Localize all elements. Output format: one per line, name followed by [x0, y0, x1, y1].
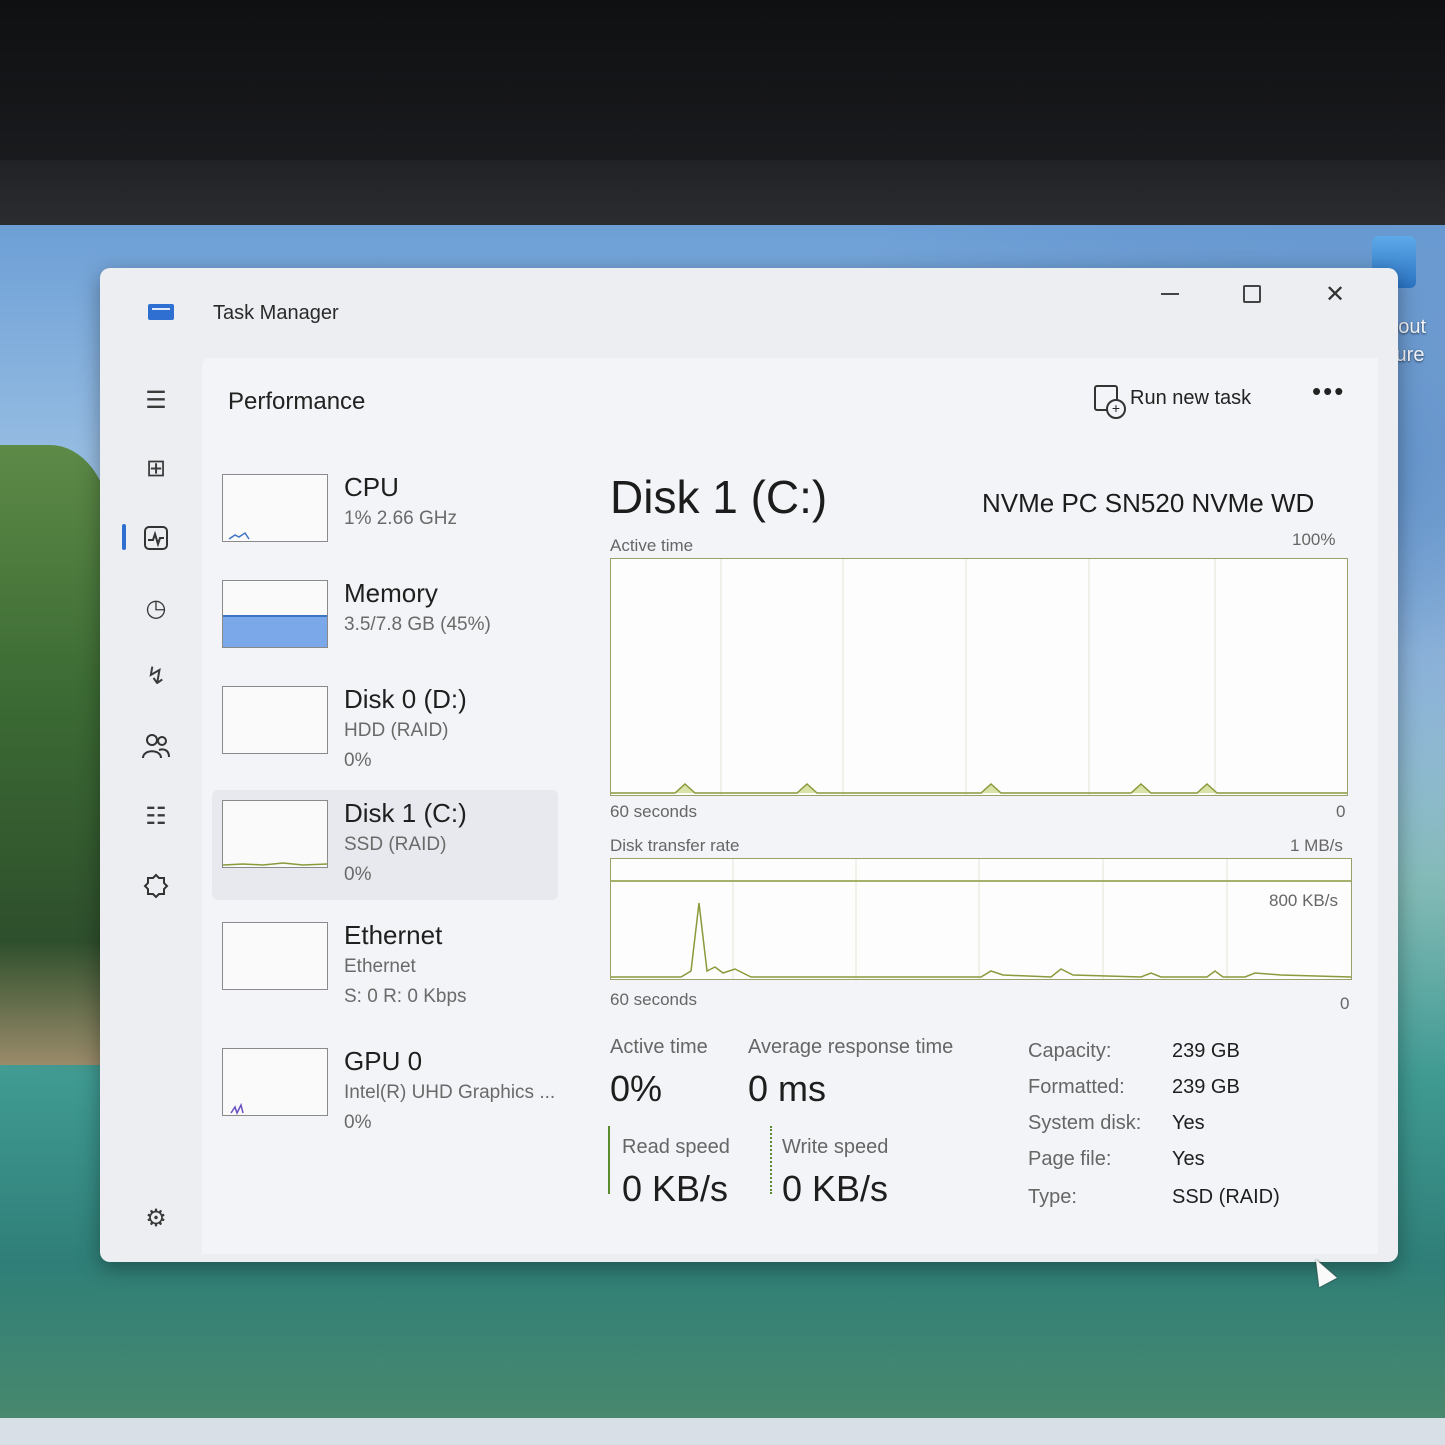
resource-item-gpu0[interactable]: GPU 0 Intel(R) UHD Graphics ... 0%: [212, 1038, 558, 1148]
avg-response-stat-value: 0 ms: [748, 1068, 827, 1109]
taskbar[interactable]: [0, 1418, 1445, 1445]
write-speed-value: 0 KB/s: [782, 1168, 889, 1209]
transfer-rate-graph-mid: 800 KB/s: [1269, 891, 1338, 910]
ethernet-thumbnail-graph: [222, 922, 328, 990]
read-speed-label: Read speed: [622, 1136, 730, 1158]
resource-percent: 0%: [344, 750, 372, 771]
monitor-bezel: [0, 0, 1445, 170]
run-new-task-button[interactable]: Run new task: [1094, 378, 1252, 419]
disk-detail-title: Disk 1 (C:): [610, 471, 828, 523]
formatted-value: 239 GB: [1172, 1076, 1240, 1098]
cpu-thumbnail-graph: [222, 474, 328, 542]
system-disk-label: System disk:: [1028, 1112, 1142, 1134]
active-time-graph-min: 0: [1336, 802, 1346, 821]
write-speed-marker: [770, 1126, 772, 1194]
window-title: Task Manager: [213, 302, 339, 324]
resource-throughput: S: 0 R: 0 Kbps: [344, 986, 467, 1007]
active-time-graph-duration: 60 seconds: [610, 802, 697, 821]
run-new-task-label: Run new task: [1130, 386, 1252, 409]
resource-detail: Ethernet: [344, 956, 416, 977]
more-options-button[interactable]: •••: [1312, 376, 1345, 407]
active-time-graph: [610, 558, 1348, 796]
maximize-button[interactable]: [1222, 274, 1282, 314]
resource-name: Ethernet: [344, 920, 443, 950]
transfer-rate-graph-min: 0: [1340, 994, 1350, 1013]
resource-item-disk1[interactable]: Disk 1 (C:) SSD (RAID) 0%: [212, 790, 558, 900]
close-button[interactable]: [1305, 274, 1365, 314]
resource-name: Disk 1 (C:): [344, 798, 467, 828]
resource-name: Memory: [344, 578, 438, 608]
disk1-thumbnail-graph: [222, 800, 328, 868]
type-value: SSD (RAID): [1172, 1186, 1280, 1208]
page-file-label: Page file:: [1028, 1148, 1112, 1170]
resource-item-ethernet[interactable]: Ethernet Ethernet S: 0 R: 0 Kbps: [212, 912, 558, 1022]
services-icon[interactable]: [134, 864, 178, 908]
write-speed-label: Write speed: [782, 1136, 889, 1158]
resource-detail: 3.5/7.8 GB (45%): [344, 614, 491, 635]
gpu-thumbnail-graph: [222, 1048, 328, 1116]
nav-selected-indicator: [122, 524, 126, 550]
disk0-thumbnail-graph: [222, 686, 328, 754]
performance-pane: Performance Run new task ••• CPU 1% 2.66…: [202, 358, 1378, 1254]
active-time-stat-value: 0%: [610, 1068, 663, 1109]
capacity-value: 239 GB: [1172, 1040, 1240, 1062]
system-disk-value: Yes: [1172, 1112, 1205, 1134]
disk-model-name: NVMe PC SN520 NVMe WD: [982, 488, 1315, 518]
wallpaper-hill: [0, 445, 110, 1065]
hamburger-menu-icon[interactable]: ☰: [134, 378, 178, 422]
resource-detail: Intel(R) UHD Graphics ...: [344, 1082, 556, 1103]
resource-detail: HDD (RAID): [344, 720, 449, 741]
resource-item-memory[interactable]: Memory 3.5/7.8 GB (45%): [212, 570, 558, 680]
resource-name: Disk 0 (D:): [344, 684, 467, 714]
transfer-rate-graph-label: Disk transfer rate: [610, 836, 740, 855]
transfer-rate-graph-max: 1 MB/s: [1290, 836, 1343, 855]
formatted-label: Formatted:: [1028, 1076, 1125, 1098]
resource-detail: SSD (RAID): [344, 834, 447, 855]
active-time-graph-label: Active time: [610, 536, 694, 555]
startup-apps-icon[interactable]: ↯: [134, 654, 178, 698]
details-icon[interactable]: ☷: [134, 794, 178, 838]
processes-icon[interactable]: ⊞: [134, 446, 178, 490]
page-file-value: Yes: [1172, 1148, 1205, 1170]
monitor-bezel-lip: [0, 160, 1445, 230]
capacity-label: Capacity:: [1028, 1040, 1112, 1062]
memory-thumbnail-graph: [222, 580, 328, 648]
memory-usage-fill: [223, 615, 327, 647]
page-title: Performance: [228, 388, 366, 415]
type-label: Type:: [1028, 1186, 1077, 1208]
transfer-rate-graph: 800 KB/s: [610, 858, 1352, 980]
active-time-graph-max: 100%: [1292, 530, 1336, 549]
task-manager-app-icon: [148, 304, 174, 320]
resource-detail: 1% 2.66 GHz: [344, 508, 457, 529]
read-speed-value: 0 KB/s: [622, 1168, 729, 1209]
app-history-icon[interactable]: ◷: [134, 586, 178, 630]
run-task-icon: [1094, 385, 1126, 419]
resource-item-cpu[interactable]: CPU 1% 2.66 GHz: [212, 464, 558, 574]
performance-icon[interactable]: [134, 516, 178, 560]
settings-gear-icon[interactable]: ⚙: [134, 1196, 178, 1240]
active-time-stat-label: Active time: [610, 1036, 708, 1058]
transfer-rate-graph-duration: 60 seconds: [610, 990, 697, 1009]
resource-item-disk0[interactable]: Disk 0 (D:) HDD (RAID) 0%: [212, 676, 558, 786]
minimize-button[interactable]: [1140, 274, 1200, 314]
task-manager-window: Task Manager ☰ ⊞ ◷ ↯ ☷ ⚙ Performance Run…: [100, 268, 1398, 1262]
resource-percent: 0%: [344, 1112, 372, 1133]
users-icon[interactable]: [134, 724, 178, 768]
resource-name: GPU 0: [344, 1046, 423, 1076]
resource-percent: 0%: [344, 864, 372, 885]
avg-response-stat-label: Average response time: [748, 1036, 954, 1058]
resource-name: CPU: [344, 472, 399, 502]
read-speed-marker: [608, 1126, 610, 1194]
